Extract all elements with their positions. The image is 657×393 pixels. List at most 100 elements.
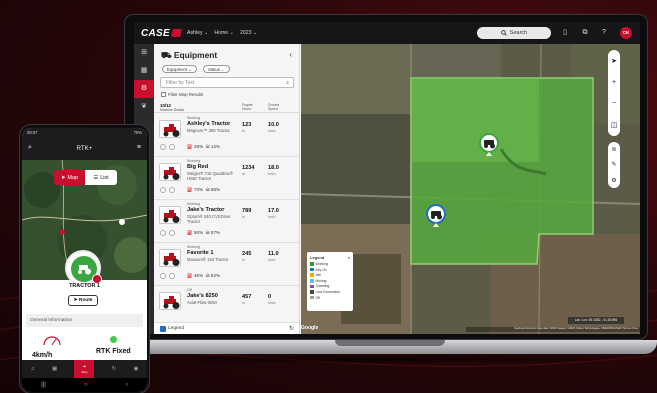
card-name[interactable]: Ashley's Tractor: [187, 121, 230, 127]
locate-icon[interactable]: ➤: [611, 57, 617, 65]
close-icon[interactable]: ×: [348, 255, 350, 260]
book-icon[interactable]: ▯: [560, 28, 570, 38]
card-speed: 17.0: [268, 208, 279, 214]
tractor-icon: ⛟: [161, 50, 172, 60]
avatar[interactable]: CK: [620, 27, 632, 39]
locate-icon[interactable]: [160, 144, 166, 150]
rail-dashboard-icon[interactable]: ⊞: [134, 44, 154, 62]
brand-logo[interactable]: CASE: [141, 28, 182, 39]
equipment-card[interactable]: Working Favorite 1 Maxxum® 150 Tractor 245 h…: [154, 243, 299, 286]
nav-map-tab[interactable]: ⌖ Map: [74, 360, 95, 378]
equipment-card[interactable]: Working Big Red Steiger® 715 Quadtrac® HWD…: [154, 157, 299, 200]
status-filter-chip[interactable]: Status ⌄: [203, 65, 230, 73]
profile-icon[interactable]: ◉: [134, 366, 139, 372]
bell-icon[interactable]: ♫: [31, 366, 35, 372]
legend-item: Moving: [310, 279, 350, 283]
engine-hours-header[interactable]: Engine Hours: [242, 103, 260, 111]
card-status: Working: [187, 245, 201, 249]
equipment-card[interactable]: Working Jake's Tractor Optum® 340 CVXDrive…: [154, 200, 299, 243]
refresh-icon[interactable]: ↻: [289, 325, 294, 332]
legend-checkbox[interactable]: [160, 326, 166, 332]
card-model: Maxxum® 150 Tractor: [187, 256, 229, 262]
card-engine-hours: 1234: [242, 165, 255, 171]
recent-apps-icon[interactable]: |||: [41, 382, 46, 388]
zoom-out-icon[interactable]: −: [612, 100, 616, 107]
card-engine-hours: 123: [242, 122, 252, 128]
rail-fields-icon[interactable]: ▦: [134, 62, 154, 80]
user-menu[interactable]: Ashley ⌄: [187, 30, 208, 36]
toggle-list-button[interactable]: ☰ List: [85, 170, 117, 185]
tractor-avatar[interactable]: [65, 250, 102, 286]
route-button[interactable]: ➤ Route: [68, 295, 98, 306]
legend-swatch: [310, 279, 314, 283]
navigation-icon: ➤: [73, 298, 78, 303]
legend-item: Key On: [310, 268, 350, 272]
card-status: Working: [187, 159, 201, 163]
filter-map-checkbox[interactable]: Filter Map Results: [161, 92, 203, 97]
search-icon: [500, 30, 507, 36]
search-button[interactable]: Search: [477, 27, 551, 39]
toggle-map-button[interactable]: ➤ Map: [54, 170, 85, 185]
card-engine-unit: hr: [242, 258, 246, 262]
home-icon[interactable]: ○: [84, 382, 88, 388]
year-menu[interactable]: 2023 ⌄: [240, 30, 257, 36]
card-model: Optum® 340 CVXDrive Tractor: [187, 213, 231, 224]
filter-text-input[interactable]: Filter by Text ⌕: [160, 77, 294, 88]
home-menu[interactable]: Home ⌄: [214, 30, 234, 36]
legend-label: Idle: [315, 273, 321, 278]
tractor-thumbnail: [159, 292, 181, 310]
back-icon[interactable]: ‹: [126, 382, 128, 388]
laptop-shadow: [100, 354, 657, 364]
equipment-card[interactable]: Working Ashley's Tractor Magnum™ 380 Tract…: [154, 114, 299, 157]
rail-crops-icon[interactable]: ❦: [134, 98, 154, 116]
history-icon[interactable]: ↻: [112, 366, 117, 372]
laptop-screen: CASE Ashley ⌄ Home ⌄ 2023 ⌄ Search ▯ ⧉ ?…: [134, 22, 640, 334]
tractor-marker-1[interactable]: [478, 132, 500, 156]
info-icon[interactable]: [169, 230, 175, 236]
collapse-panel-icon[interactable]: ‹: [289, 50, 292, 59]
tractor-thumbnail: [159, 120, 181, 138]
tractor-thumbnail: [159, 206, 181, 224]
info-icon[interactable]: [169, 144, 175, 150]
card-engine-unit: hr: [242, 129, 246, 133]
card-name[interactable]: Jake's 8250: [187, 293, 218, 299]
help-icon[interactable]: ?: [599, 28, 609, 38]
grid-icon[interactable]: ▦: [52, 366, 57, 372]
info-icon[interactable]: [169, 273, 175, 279]
card-speed: 0: [268, 294, 272, 300]
locate-icon[interactable]: [160, 273, 166, 279]
search-icon: ⌕: [286, 80, 289, 86]
legend-swatch: [310, 284, 314, 289]
map-attribution: Keyboard shortcuts Map data ©2023 Imager…: [466, 327, 640, 332]
filter-icon[interactable]: ≡: [137, 144, 141, 151]
card-name[interactable]: Big Red: [187, 164, 208, 170]
zoom-in-icon[interactable]: +: [612, 79, 616, 86]
rtk-status-dot: [110, 336, 117, 343]
list-icon: ☰: [93, 174, 99, 181]
card-name[interactable]: Favorite 1: [187, 250, 213, 256]
card-name[interactable]: Jake's Tractor: [187, 207, 224, 213]
app-header: CASE Ashley ⌄ Home ⌄ 2023 ⌄ Search ▯ ⧉ ?…: [134, 22, 640, 44]
tractor-icon: [78, 265, 91, 275]
split-view-icon[interactable]: ◫: [611, 121, 618, 129]
tractor-marker-2[interactable]: [425, 203, 447, 227]
info-icon[interactable]: [169, 187, 175, 193]
card-speed: 10.0: [268, 122, 279, 128]
phone-title: RTK+: [76, 145, 93, 152]
general-information-section[interactable]: General information: [26, 314, 143, 327]
ground-speed-header[interactable]: Ground Speed: [268, 103, 286, 111]
locate-icon[interactable]: [160, 230, 166, 236]
legend-item: Working: [310, 262, 350, 266]
locate-icon[interactable]: [160, 187, 166, 193]
layers-icon[interactable]: ≋: [611, 146, 616, 153]
rail-equipment-icon[interactable]: ⚙: [134, 80, 154, 98]
gear-icon[interactable]: ⚙: [611, 177, 616, 184]
legend-swatch: [310, 262, 314, 266]
card-status: Working: [187, 116, 201, 120]
legend-label: Moving: [315, 278, 327, 283]
draw-icon[interactable]: ✎: [611, 161, 616, 168]
external-link-icon[interactable]: ⧉: [580, 28, 590, 38]
equipment-filter-chip[interactable]: Equipment ⌄: [162, 65, 197, 73]
panel-title: ⛟ Equipment: [161, 50, 218, 60]
legend-label: Traveling: [315, 284, 330, 289]
